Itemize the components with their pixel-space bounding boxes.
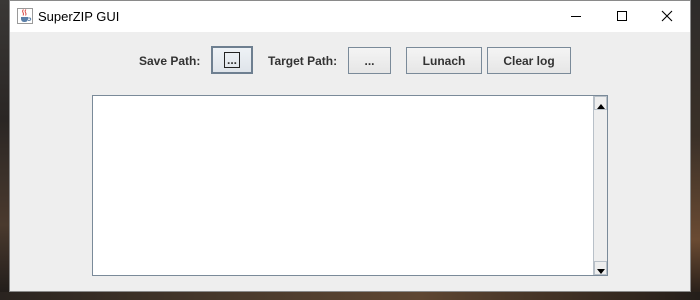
launch-button[interactable]: Lunach	[406, 47, 482, 74]
target-path-browse-button[interactable]: ...	[348, 47, 391, 74]
close-button[interactable]	[644, 1, 690, 32]
scroll-down-button[interactable]	[594, 261, 607, 275]
target-path-label: Target Path:	[268, 54, 338, 68]
java-cup-icon[interactable]	[17, 8, 33, 24]
log-panel	[92, 95, 608, 276]
triangle-down-icon	[596, 259, 605, 278]
minimize-icon	[570, 7, 582, 26]
clear-log-button[interactable]: Clear log	[487, 47, 571, 74]
save-path-browse-button-label: ...	[223, 52, 240, 68]
log-scrollbar[interactable]	[593, 96, 607, 275]
clear-log-button-label: Clear log	[503, 53, 555, 68]
window-title: SuperZIP GUI	[38, 9, 120, 24]
target-path-browse-button-label: ...	[364, 53, 375, 68]
log-textarea[interactable]	[93, 96, 593, 275]
launch-button-label: Lunach	[422, 53, 466, 68]
desktop-background-right	[690, 0, 700, 300]
save-path-label: Save Path:	[139, 54, 201, 68]
scroll-up-button[interactable]	[594, 96, 607, 110]
close-icon	[661, 7, 673, 26]
minimize-button[interactable]	[553, 1, 599, 32]
scroll-track[interactable]	[594, 110, 607, 261]
title-bar[interactable]: SuperZIP GUI	[10, 1, 690, 32]
app-window: SuperZIP GUI Save Path: ... Target Path:…	[9, 0, 691, 292]
maximize-icon	[616, 7, 628, 26]
save-path-browse-button[interactable]: ...	[211, 46, 253, 74]
maximize-button[interactable]	[599, 1, 645, 32]
desktop-background-bottom	[0, 292, 700, 300]
